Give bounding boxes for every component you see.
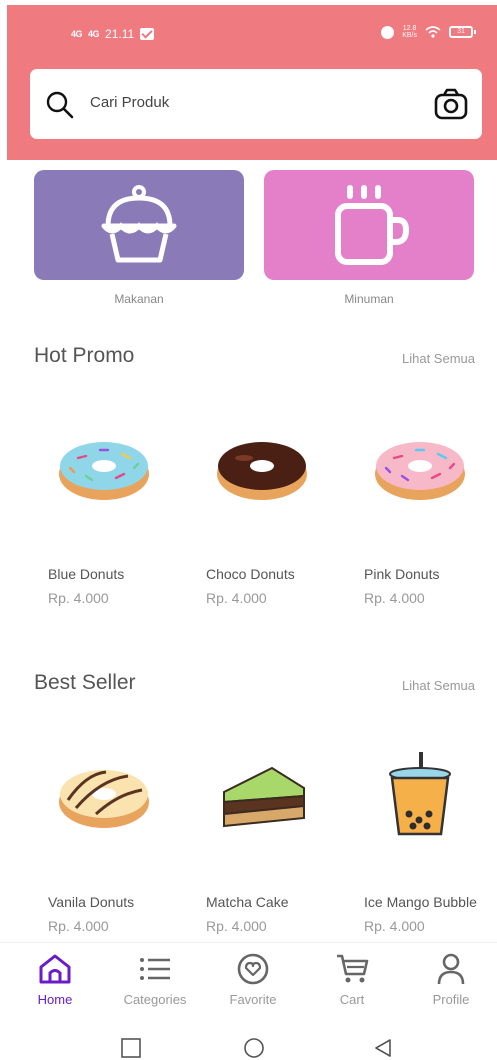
product-price: Rp. 4.000 <box>364 918 425 934</box>
network-speed: 12.8 KB/s <box>402 25 417 39</box>
signal-1: 4G <box>71 29 83 39</box>
nav-home[interactable]: Home <box>10 953 100 1007</box>
product-card-choco-donuts[interactable]: Choco Donuts Rp. 4.000 <box>206 422 346 606</box>
hot-promo-title: Hot Promo <box>34 344 135 367</box>
nav-favorite[interactable]: Favorite <box>208 953 298 1007</box>
home-circle-icon[interactable] <box>243 1037 265 1059</box>
heart-icon <box>237 953 269 985</box>
status-bar: 4G 4G 21.11 12.8 KB/s 31 <box>7 5 497 57</box>
system-nav-bar <box>0 1017 497 1060</box>
product-name: Blue Donuts <box>48 566 125 582</box>
camera-icon[interactable] <box>434 87 468 121</box>
product-name: Vanila Donuts <box>48 894 135 910</box>
nav-label: Categories <box>123 992 187 1007</box>
cart-icon <box>337 954 369 983</box>
product-card-pink-donuts[interactable]: Pink Donuts Rp. 4.000 <box>364 422 497 606</box>
product-price: Rp. 4.000 <box>48 918 109 934</box>
nav-label: Home <box>37 992 73 1007</box>
product-price: Rp. 4.000 <box>48 590 109 606</box>
speed-value: 12.8 <box>402 25 417 32</box>
bubble-tea-icon <box>389 752 451 836</box>
person-icon <box>437 953 465 985</box>
header: 4G 4G 21.11 12.8 KB/s 31 Cari Produk <box>7 5 497 160</box>
back-triangle-icon[interactable] <box>372 1037 394 1059</box>
speed-unit: KB/s <box>402 32 417 39</box>
bottom-nav: Home Categories Favorite Cart Profile <box>0 942 497 1017</box>
product-price: Rp. 4.000 <box>206 918 267 934</box>
search-input[interactable]: Cari Produk <box>90 94 169 111</box>
nav-label: Cart <box>339 992 365 1007</box>
product-card-vanila-donuts[interactable]: Vanila Donuts Rp. 4.000 <box>48 750 188 934</box>
nav-label: Favorite <box>229 992 277 1007</box>
hot-promo-see-all-link[interactable]: Lihat Semua <box>402 351 475 366</box>
nav-profile[interactable]: Profile <box>406 953 496 1007</box>
wifi-icon <box>425 26 441 38</box>
home-icon <box>39 954 71 984</box>
signal-2: 4G <box>88 29 100 39</box>
nav-categories[interactable]: Categories <box>110 953 200 1007</box>
mug-icon <box>335 185 410 265</box>
best-seller-title: Best Seller <box>34 671 136 694</box>
choco-donut-icon <box>217 442 307 500</box>
product-name: Choco Donuts <box>206 566 295 582</box>
battery-level: 31 <box>457 28 465 35</box>
pink-donut-icon <box>375 442 465 500</box>
nav-cart[interactable]: Cart <box>307 953 397 1007</box>
list-icon <box>140 958 170 980</box>
product-name: Matcha Cake <box>206 894 289 910</box>
product-card-ice-mango-bubble[interactable]: Ice Mango Bubble Rp. 4.000 <box>364 750 497 934</box>
mail-icon <box>140 28 155 40</box>
product-price: Rp. 4.000 <box>206 590 267 606</box>
category-label-makanan: Makanan <box>114 292 164 306</box>
product-name: Pink Donuts <box>364 566 440 582</box>
best-seller-see-all-link[interactable]: Lihat Semua <box>402 678 475 693</box>
battery-icon: 31 <box>449 26 476 38</box>
product-price: Rp. 4.000 <box>364 590 425 606</box>
category-tile-makanan[interactable] <box>34 170 244 280</box>
product-card-blue-donuts[interactable]: Blue Donuts Rp. 4.000 <box>48 422 188 606</box>
product-name: Ice Mango Bubble <box>364 894 477 910</box>
magnifier-icon[interactable] <box>46 91 74 119</box>
cupcake-icon <box>101 185 177 263</box>
clock: 21.11 <box>105 27 135 41</box>
category-label-minuman: Minuman <box>344 292 394 306</box>
nav-label: Profile <box>432 992 470 1007</box>
product-card-matcha-cake[interactable]: Matcha Cake Rp. 4.000 <box>206 750 346 934</box>
blue-donut-icon <box>59 442 149 500</box>
matcha-cake-icon <box>223 766 305 828</box>
search-bar[interactable]: Cari Produk <box>30 69 482 139</box>
vanilla-donut-icon <box>59 770 149 828</box>
recent-apps-icon[interactable] <box>120 1037 142 1059</box>
alarm-icon <box>381 25 395 39</box>
category-tile-minuman[interactable] <box>264 170 474 280</box>
